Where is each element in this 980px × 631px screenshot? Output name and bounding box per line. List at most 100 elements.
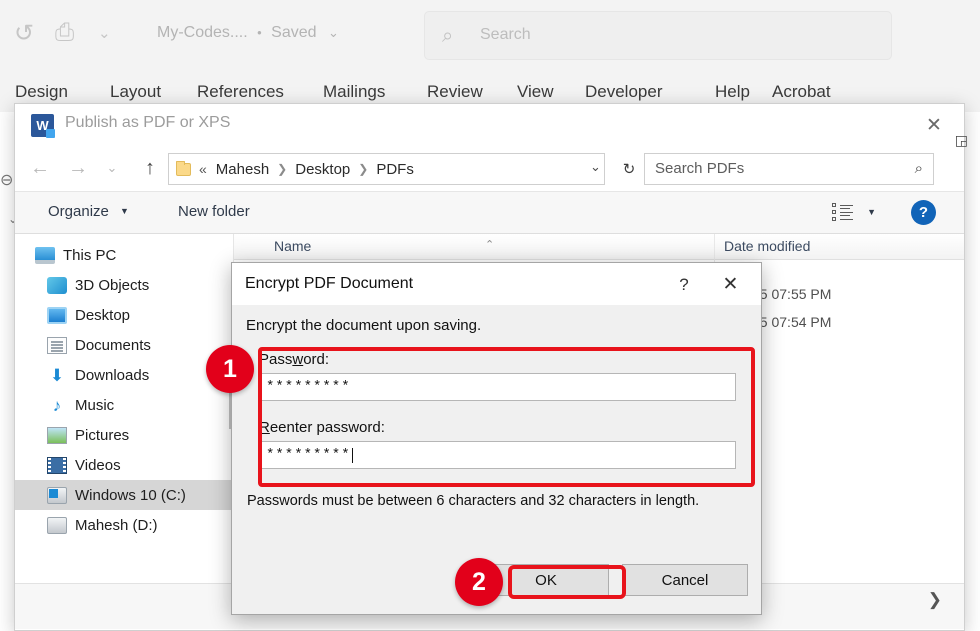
encrypt-pdf-dialog: Encrypt PDF Document ? ✕ Encrypt the doc… <box>231 262 762 615</box>
ribbon-tab-design[interactable]: Design <box>15 82 68 102</box>
column-header-name[interactable]: Name <box>274 238 311 254</box>
document-title-area[interactable]: My-Codes.... • Saved ⌄ <box>157 24 339 42</box>
title-separator: • <box>257 25 262 40</box>
text-cursor <box>351 447 353 463</box>
cancel-button[interactable]: Cancel <box>622 564 748 596</box>
help-icon[interactable]: ? <box>911 200 936 225</box>
sidebar-item-label: Downloads <box>75 366 150 384</box>
refresh-icon[interactable]: ↻ <box>616 153 642 185</box>
sidebar-item-3d-objects[interactable]: 3D Objects <box>15 270 233 300</box>
breadcrumb-arrow-icon: ❯ <box>358 162 369 176</box>
recent-locations-icon[interactable]: ⌄ <box>97 153 127 183</box>
back-button[interactable]: ← <box>25 153 55 183</box>
ribbon-tab-view[interactable]: View <box>517 82 554 102</box>
ribbon-tab-review[interactable]: Review <box>427 82 483 102</box>
organize-label: Organize <box>48 203 109 220</box>
reenter-password-label: Reenter password: <box>259 419 736 436</box>
new-folder-button[interactable]: New folder <box>178 203 250 220</box>
ribbon-tab-layout[interactable]: Layout <box>110 82 161 102</box>
dialog-subtitle: Encrypt the document upon saving. <box>246 317 482 334</box>
close-icon[interactable]: ✕ <box>708 268 753 301</box>
ribbon-partial-icon: ⊖ <box>0 172 14 189</box>
explorer-title-bar: W Publish as PDF or XPS ✕ <box>15 104 964 147</box>
ribbon-tab-help[interactable]: Help <box>715 82 750 102</box>
annotation-badge-1: 1 <box>206 345 254 393</box>
sidebar-item-label: Music <box>75 396 115 414</box>
drive-icon <box>47 486 67 504</box>
annotation-badge-pin <box>229 391 231 429</box>
ribbon-tab-acrobat[interactable]: Acrobat <box>772 82 831 102</box>
desktop-icon <box>47 306 67 324</box>
word-app-icon: W <box>31 114 55 138</box>
drive-icon <box>47 516 67 534</box>
sidebar-item-documents[interactable]: Documents <box>15 330 233 360</box>
column-header-row: Name ⌃ Date modified <box>234 234 964 260</box>
chevron-down-icon[interactable]: ⌄ <box>328 25 339 40</box>
sidebar-item-label: Videos <box>75 456 121 474</box>
password-label: Password: <box>259 351 736 368</box>
explorer-window-title: Publish as PDF or XPS <box>65 114 231 131</box>
sidebar-item-label: 3D Objects <box>75 276 150 294</box>
breadcrumb-item-desktop[interactable]: Desktop <box>295 161 350 178</box>
address-dropdown-icon[interactable]: ⌄ <box>590 159 601 175</box>
sidebar-item-label: Mahesh (D:) <box>75 516 158 534</box>
reenter-label-accelerator: R <box>259 419 270 436</box>
explorer-navigation-bar: ← → ⌄ ↑ « Mahesh ❯ Desktop ❯ PDFs ⌄ ↻ Se… <box>15 147 964 191</box>
sidebar-item-this-pc[interactable]: This PC <box>15 240 233 270</box>
sidebar-item-label: Documents <box>75 336 151 354</box>
sidebar-item-pictures[interactable]: Pictures <box>15 420 233 450</box>
search-input[interactable]: Search PDFs ⌕ <box>644 153 934 185</box>
password-requirements-note: Passwords must be between 6 characters a… <box>247 493 700 509</box>
password-label-accelerator: w <box>292 351 304 368</box>
sidebar-item-label: Pictures <box>75 426 130 444</box>
reenter-password-input[interactable]: ********* <box>259 441 736 469</box>
sidebar-item-desktop[interactable]: Desktop <box>15 300 233 330</box>
word-search-box[interactable]: ⌕ Search <box>424 11 892 60</box>
sidebar-item-music[interactable]: ♪ Music <box>15 390 233 420</box>
breadcrumb-item-mahesh[interactable]: Mahesh <box>216 161 269 178</box>
breadcrumb: « Mahesh ❯ Desktop ❯ PDFs <box>199 161 414 178</box>
sidebar-item-windows-10-c[interactable]: Windows 10 (C:) <box>15 480 233 510</box>
organize-button[interactable]: Organize ▼ <box>48 203 129 220</box>
reenter-masked-value: ********* <box>266 447 351 463</box>
sidebar-item-downloads[interactable]: ⬇ Downloads <box>15 360 233 390</box>
help-icon[interactable]: ? <box>670 272 698 298</box>
view-dropdown-icon[interactable]: ▼ <box>867 207 876 217</box>
ribbon-tab-references[interactable]: References <box>197 82 284 102</box>
explorer-command-bar: Organize ▼ New folder ▼ ? <box>15 191 964 234</box>
sidebar-item-mahesh-d[interactable]: Mahesh (D:) <box>15 510 233 540</box>
expand-details-icon[interactable]: ❯ <box>928 590 942 610</box>
undo-icon[interactable]: ↺ <box>14 19 34 48</box>
documents-icon <box>47 336 67 354</box>
downloads-icon: ⬇ <box>49 365 65 385</box>
chevron-down-icon: ▼ <box>120 206 129 216</box>
screen-root: ↺ ⎙ ⌄ My-Codes.... • Saved ⌄ ⌕ Search De… <box>0 0 980 631</box>
close-icon[interactable]: ✕ <box>914 108 954 142</box>
sidebar-item-label: This PC <box>63 246 117 264</box>
word-search-placeholder: Search <box>480 26 531 43</box>
password-masked-value: ********* <box>266 379 351 395</box>
up-button[interactable]: ↑ <box>135 153 165 183</box>
music-icon: ♪ <box>52 395 62 415</box>
sidebar-item-label: Desktop <box>75 306 131 324</box>
encrypt-dialog-title-bar: Encrypt PDF Document ? ✕ <box>232 263 761 306</box>
password-input[interactable]: ********* <box>259 373 736 401</box>
column-header-date-modified[interactable]: Date modified <box>724 238 810 254</box>
this-pc-icon <box>35 246 55 264</box>
sort-ascending-icon: ⌃ <box>485 239 495 251</box>
password-fieldset: Password: ********* Reenter password: **… <box>259 351 736 469</box>
sidebar-item-videos[interactable]: Videos <box>15 450 233 480</box>
resize-grip-icon[interactable]: ◲ <box>955 132 968 149</box>
address-bar[interactable]: « Mahesh ❯ Desktop ❯ PDFs <box>168 153 605 185</box>
save-state-label: Saved <box>271 24 317 41</box>
password-label-post: ord: <box>303 351 330 368</box>
ribbon-tab-mailings[interactable]: Mailings <box>323 82 385 102</box>
view-options-icon[interactable] <box>832 203 854 221</box>
breadcrumb-item-pdfs[interactable]: PDFs <box>376 161 414 178</box>
forward-button[interactable]: → <box>63 153 93 183</box>
reenter-label-post: eenter password: <box>269 419 385 436</box>
save-icon[interactable]: ⎙ <box>55 19 74 47</box>
breadcrumb-overflow-icon[interactable]: « <box>199 161 207 177</box>
ribbon-tab-developer[interactable]: Developer <box>585 82 663 102</box>
customize-qat-icon[interactable]: ⌄ <box>98 24 111 42</box>
